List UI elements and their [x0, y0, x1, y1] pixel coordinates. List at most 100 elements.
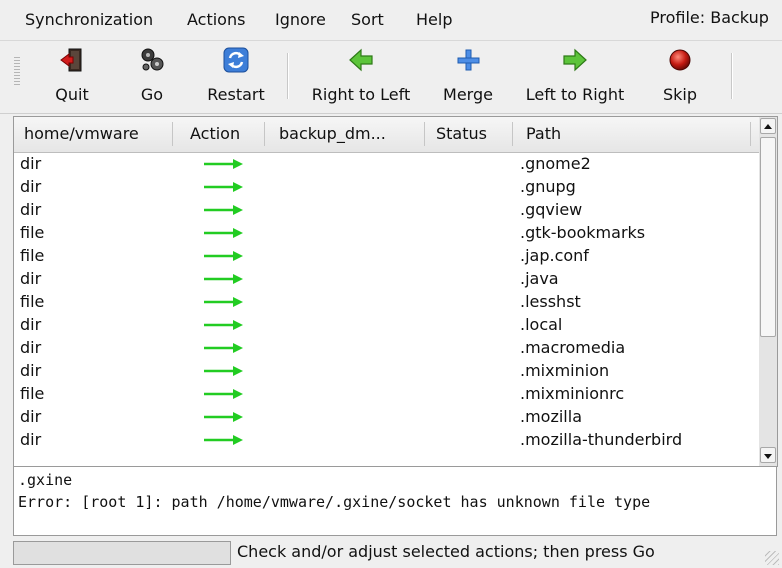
toolbar: Quit Go Restart Right to Left Merge Left… [0, 41, 782, 114]
menu-sort[interactable]: Sort [351, 10, 384, 29]
restart-label: Restart [207, 85, 265, 104]
arrow-right-icon [204, 435, 243, 445]
row-path: .jap.conf [520, 246, 589, 265]
row-type: dir [20, 200, 42, 219]
row-path: .gnupg [520, 177, 576, 196]
arrow-right-icon [204, 205, 243, 215]
menu-ignore[interactable]: Ignore [275, 10, 326, 29]
toolbar-separator [287, 53, 289, 99]
file-list[interactable]: home/vmware Action backup_dm... Status P… [13, 116, 760, 467]
row-type: dir [20, 177, 42, 196]
row-type: file [20, 223, 45, 242]
arrow-right-icon [204, 182, 243, 192]
row-type: dir [20, 338, 42, 357]
status-message: Check and/or adjust selected actions; th… [237, 542, 655, 561]
table-row[interactable]: dir .mozilla-thunderbird [14, 429, 759, 452]
table-row[interactable]: dir .gqview [14, 199, 759, 222]
skip-button[interactable]: Skip [655, 47, 705, 109]
column-divider[interactable] [512, 122, 513, 146]
column-divider[interactable] [172, 122, 173, 146]
row-path: .java [520, 269, 559, 288]
quit-button[interactable]: Quit [46, 47, 98, 109]
row-path: .gtk-bookmarks [520, 223, 646, 242]
gears-icon [141, 48, 164, 71]
arrow-right-icon [204, 251, 243, 261]
arrow-right-icon [204, 389, 243, 399]
triangle-down-icon [764, 454, 772, 459]
details-pane[interactable]: .gxine Error: [root 1]: path /home/vmwar… [13, 466, 777, 536]
right-to-left-label: Right to Left [311, 85, 411, 104]
go-button[interactable]: Go [132, 47, 172, 109]
row-type: dir [20, 407, 42, 426]
row-type: dir [20, 361, 42, 380]
table-row[interactable]: dir .gnupg [14, 176, 759, 199]
arrow-right-icon [204, 274, 243, 284]
column-divider[interactable] [264, 122, 265, 146]
red-ball-icon [669, 49, 691, 71]
restart-button[interactable]: Restart [198, 47, 274, 109]
blue-plus-icon [457, 49, 480, 71]
row-path: .gnome2 [520, 154, 591, 173]
arrow-right-icon [204, 412, 243, 422]
window-resize-grip[interactable] [765, 551, 779, 565]
exit-door-icon [60, 48, 82, 72]
column-divider[interactable] [750, 122, 751, 146]
go-label: Go [140, 85, 164, 104]
arrow-right-icon [204, 159, 243, 169]
row-path: .lesshst [520, 292, 581, 311]
table-row[interactable]: file .gtk-bookmarks [14, 222, 759, 245]
table-row[interactable]: file .jap.conf [14, 245, 759, 268]
table-row[interactable]: dir .local [14, 314, 759, 337]
row-type: file [20, 246, 45, 265]
arrow-right-icon [204, 297, 243, 307]
row-path: .gqview [520, 200, 583, 219]
menu-bar: Synchronization Actions Ignore Sort Help… [0, 0, 782, 41]
table-row[interactable]: dir .mixminion [14, 360, 759, 383]
menu-synchronization[interactable]: Synchronization [25, 10, 153, 29]
progress-bar [13, 541, 231, 565]
profile-label: Profile: Backup [650, 8, 769, 27]
row-type: file [20, 292, 45, 311]
refresh-icon [223, 47, 249, 73]
row-path: .mixminion [520, 361, 610, 380]
arrow-right-icon [204, 366, 243, 376]
column-header-path[interactable]: Path [526, 124, 561, 143]
left-to-right-button[interactable]: Left to Right [516, 47, 634, 109]
menu-help[interactable]: Help [416, 10, 452, 29]
table-rows: dir .gnome2 dir .gnupg dir .gqview file .gtk-bo… [14, 153, 759, 466]
green-arrow-left-icon [349, 48, 373, 72]
table-row[interactable]: dir .java [14, 268, 759, 291]
quit-label: Quit [55, 85, 89, 104]
toolbar-separator [731, 53, 733, 99]
table-row[interactable]: dir .macromedia [14, 337, 759, 360]
vertical-scrollbar[interactable] [759, 116, 778, 467]
column-header-action[interactable]: Action [190, 124, 240, 143]
table-row[interactable]: file .mixminionrc [14, 383, 759, 406]
toolbar-grip-handle[interactable] [14, 57, 20, 87]
arrow-right-icon [204, 343, 243, 353]
row-type: dir [20, 430, 42, 449]
row-path: .mixminionrc [520, 384, 625, 403]
menu-actions[interactable]: Actions [187, 10, 245, 29]
row-type: dir [20, 315, 42, 334]
scroll-up-button[interactable] [760, 118, 776, 134]
column-header-replica1[interactable]: home/vmware [24, 124, 139, 143]
row-type: dir [20, 154, 42, 173]
left-to-right-label: Left to Right [525, 85, 625, 104]
arrow-right-icon [204, 228, 243, 238]
table-row[interactable]: dir .gnome2 [14, 153, 759, 176]
scrollbar-thumb[interactable] [760, 137, 776, 337]
merge-button[interactable]: Merge [436, 47, 500, 109]
table-row[interactable]: dir .mozilla [14, 406, 759, 429]
row-type: file [20, 384, 45, 403]
table-row[interactable]: file .lesshst [14, 291, 759, 314]
column-header-status[interactable]: Status [436, 124, 487, 143]
column-header-row: home/vmware Action backup_dm... Status P… [14, 117, 759, 153]
right-to-left-button[interactable]: Right to Left [304, 47, 418, 109]
scroll-down-button[interactable] [760, 447, 776, 463]
column-header-replica2[interactable]: backup_dm... [279, 124, 386, 143]
row-path: .macromedia [520, 338, 626, 357]
row-type: dir [20, 269, 42, 288]
arrow-right-icon [204, 320, 243, 330]
column-divider[interactable] [424, 122, 425, 146]
